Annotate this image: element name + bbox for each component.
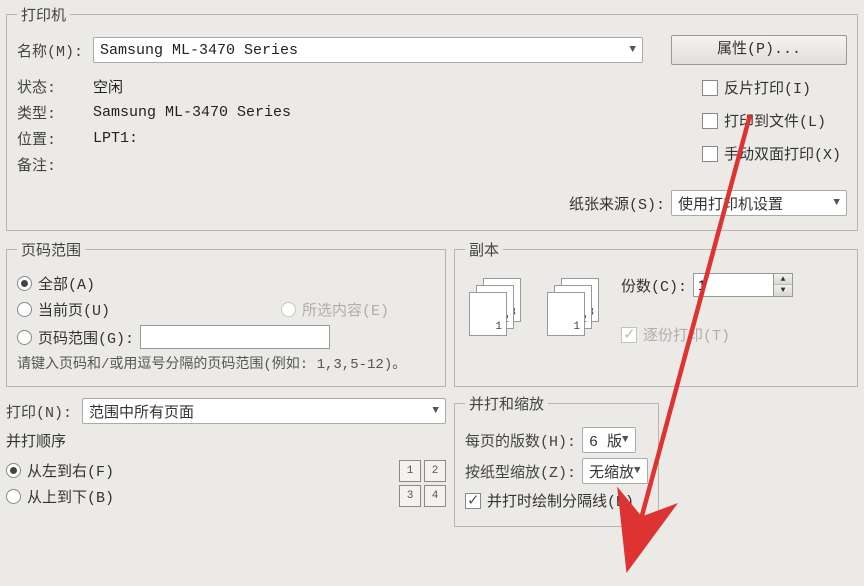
checkbox-icon	[702, 146, 718, 162]
range-all-label: 全部(A)	[38, 273, 95, 294]
print-to-file-label: 打印到文件(L)	[724, 110, 826, 131]
mirror-print-label: 反片打印(I)	[724, 77, 811, 98]
print-what-label: 打印(N):	[6, 401, 76, 422]
status-value: 空闲	[93, 76, 123, 97]
copies-count-input[interactable]	[693, 273, 773, 297]
collate-checkbox: 逐份打印(T)	[621, 324, 793, 345]
chevron-down-icon: ▼	[833, 197, 840, 209]
draw-separator-label: 并打时绘制分隔线(D)	[487, 490, 634, 511]
spinner-down-icon[interactable]: ▼	[774, 285, 792, 296]
mirror-print-checkbox[interactable]: 反片打印(I)	[702, 77, 841, 98]
radio-icon	[6, 463, 21, 478]
checkbox-icon	[702, 113, 718, 129]
order-tb-radio[interactable]: 从上到下(B)	[6, 486, 114, 507]
spinner-up-icon[interactable]: ▲	[774, 274, 792, 285]
status-label: 状态:	[17, 76, 87, 97]
paper-source-select[interactable]: 使用打印机设置 ▼	[671, 190, 847, 216]
collate-illustration: 3 2 1 3 2 1	[469, 278, 603, 334]
chevron-down-icon: ▼	[432, 405, 439, 417]
print-what-select[interactable]: 范围中所有页面 ▼	[82, 398, 446, 424]
order-tb-label: 从上到下(B)	[27, 486, 114, 507]
order-lr-label: 从左到右(F)	[27, 460, 114, 481]
draw-separator-checkbox[interactable]: 并打时绘制分隔线(D)	[465, 490, 634, 511]
copies-group: 副本 3 2 1 3 2 1 份数(C):	[454, 239, 858, 387]
scale-to-paper-select[interactable]: 无缩放 ▼	[582, 458, 648, 484]
collate-scale-group: 并打和缩放 每页的版数(H): 6 版 ▼ 按纸型缩放(Z): 无缩放 ▼ 并打…	[454, 393, 659, 527]
pages-per-sheet-label: 每页的版数(H):	[465, 430, 576, 451]
scale-to-paper-label: 按纸型缩放(Z):	[465, 461, 576, 482]
range-pages-radio[interactable]: 页码范围(G):	[17, 327, 134, 348]
printer-legend: 打印机	[17, 4, 70, 25]
manual-duplex-label: 手动双面打印(X)	[724, 143, 841, 164]
copies-count-spinner[interactable]: ▲ ▼	[693, 273, 793, 297]
print-to-file-checkbox[interactable]: 打印到文件(L)	[702, 110, 841, 131]
chevron-down-icon: ▼	[622, 434, 629, 446]
order-lr-radio[interactable]: 从左到右(F)	[6, 460, 114, 481]
type-value: Samsung ML-3470 Series	[93, 104, 291, 121]
collate-scale-legend: 并打和缩放	[465, 393, 548, 414]
range-current-radio[interactable]: 当前页(U)	[17, 299, 110, 320]
range-selection-label: 所选内容(E)	[302, 299, 389, 320]
checkbox-icon	[702, 80, 718, 96]
where-label: 位置:	[17, 128, 87, 149]
range-current-label: 当前页(U)	[38, 299, 110, 320]
checkbox-icon	[621, 327, 637, 343]
name-label: 名称(M):	[17, 40, 87, 61]
print-what-value: 范围中所有页面	[89, 401, 194, 422]
range-selection-radio: 所选内容(E)	[281, 299, 389, 320]
range-pages-input[interactable]	[140, 325, 330, 349]
range-note: 请键入页码和/或用逗号分隔的页码范围(例如: 1,3,5-12)。	[17, 355, 435, 376]
printer-name-select[interactable]: Samsung ML-3470 Series ▼	[93, 37, 643, 63]
radio-icon	[6, 489, 21, 504]
pages-per-sheet-select[interactable]: 6 版 ▼	[582, 427, 636, 453]
copies-count-label: 份数(C):	[621, 275, 687, 296]
scale-to-paper-value: 无缩放	[589, 461, 634, 482]
page-range-legend: 页码范围	[17, 239, 85, 260]
radio-icon	[17, 302, 32, 317]
pages-per-sheet-value: 6 版	[589, 430, 622, 451]
range-pages-label: 页码范围(G):	[38, 327, 134, 348]
copies-legend: 副本	[465, 239, 503, 260]
comment-label: 备注:	[17, 154, 87, 175]
paper-source-label: 纸张来源(S):	[569, 193, 665, 214]
chevron-down-icon: ▼	[634, 465, 641, 477]
collate-label: 逐份打印(T)	[643, 324, 730, 345]
type-label: 类型:	[17, 102, 87, 123]
checkbox-icon	[465, 493, 481, 509]
print-order-label: 并打顺序	[6, 430, 446, 451]
radio-icon	[281, 302, 296, 317]
page-range-group: 页码范围 全部(A) 当前页(U) 所选内容(E) 页码范围(G): 请键入页码…	[6, 239, 446, 387]
where-value: LPT1:	[93, 130, 138, 147]
manual-duplex-checkbox[interactable]: 手动双面打印(X)	[702, 143, 841, 164]
printer-group: 打印机 名称(M): Samsung ML-3470 Series ▼ 属性(P…	[6, 4, 858, 231]
order-preview-icon: 1234	[399, 460, 446, 507]
paper-source-value: 使用打印机设置	[678, 193, 783, 214]
printer-name-value: Samsung ML-3470 Series	[100, 42, 298, 59]
radio-icon	[17, 330, 32, 345]
properties-button[interactable]: 属性(P)...	[671, 35, 847, 65]
radio-icon	[17, 276, 32, 291]
chevron-down-icon: ▼	[629, 44, 636, 56]
range-all-radio[interactable]: 全部(A)	[17, 273, 95, 294]
